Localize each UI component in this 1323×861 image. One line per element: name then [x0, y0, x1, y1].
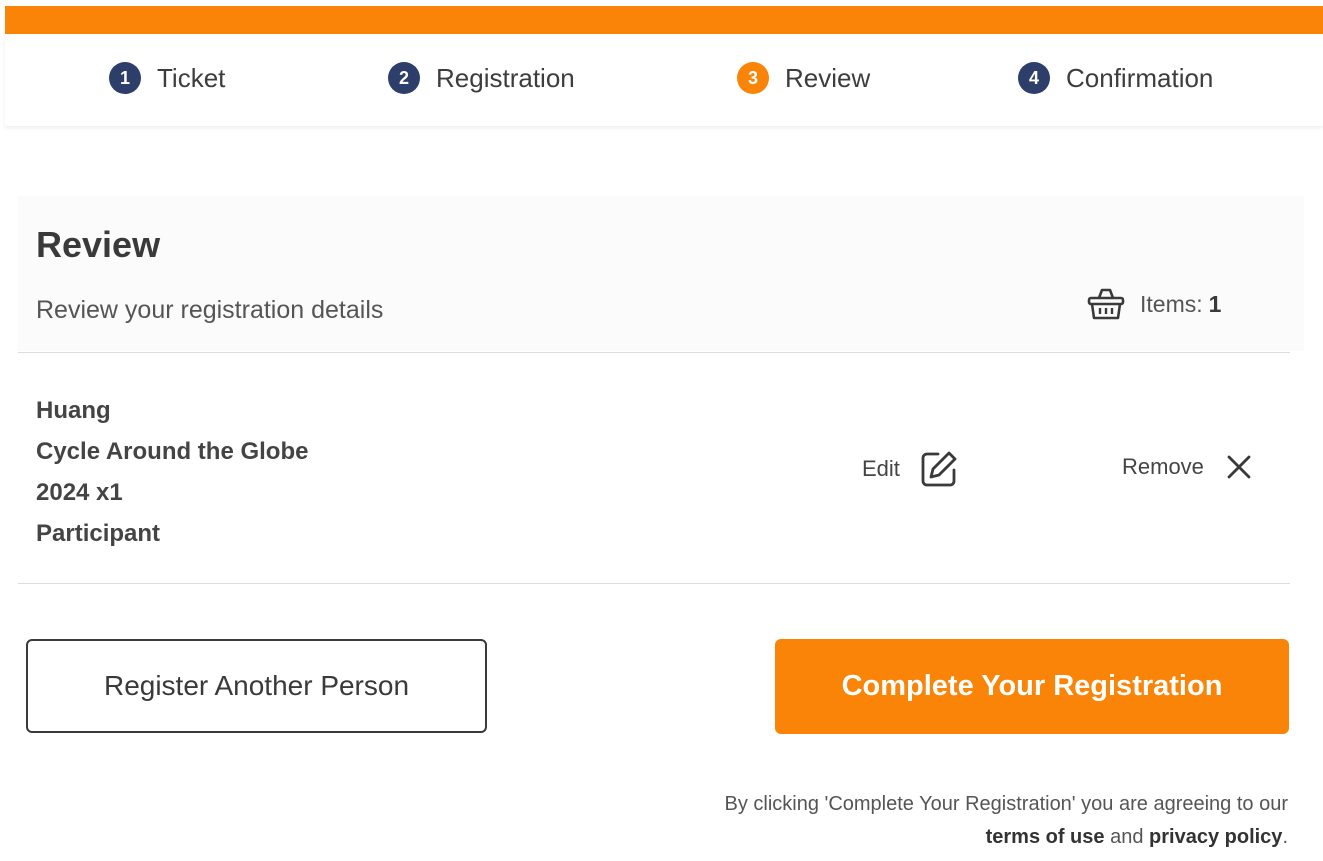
edit-label: Edit — [862, 456, 900, 481]
items-count: 1 — [1208, 290, 1222, 317]
entry-role: Participant — [36, 520, 161, 547]
step-number: 1 — [109, 62, 141, 94]
progress-steps: 1 Ticket 2 Registration 3 Review 4 Confi… — [5, 34, 1323, 126]
entry-event: Cycle Around the Globe — [36, 438, 309, 465]
disclaimer-period: . — [1282, 826, 1288, 848]
step-confirmation: 4 Confirmation — [1018, 60, 1213, 96]
divider — [18, 352, 1290, 353]
remove-button[interactable]: Remove — [1122, 452, 1254, 482]
registration-entry: Huang Cycle Around the Globe 2024 x1 Par… — [36, 390, 308, 554]
step-label: Review — [785, 62, 871, 93]
cart-items[interactable]: Items: 1 — [1086, 284, 1221, 324]
review-header: Review Review your registration details … — [18, 196, 1304, 351]
terms-disclaimer: By clicking 'Complete Your Registration'… — [724, 788, 1288, 854]
disclaimer-and: and — [1110, 826, 1144, 848]
step-number: 4 — [1018, 62, 1050, 94]
step-review: 3 Review — [737, 60, 870, 96]
entry-name: Huang — [36, 397, 111, 424]
step-label: Registration — [436, 62, 575, 93]
disclaimer-text: By clicking 'Complete Your Registration'… — [724, 793, 1288, 815]
step-number: 3 — [737, 62, 769, 94]
step-number: 2 — [388, 62, 420, 94]
entry-detail: 2024 x1 — [36, 479, 123, 506]
register-another-button[interactable]: Register Another Person — [26, 639, 487, 733]
divider — [18, 583, 1290, 584]
edit-button[interactable]: Edit — [862, 448, 960, 490]
terms-of-use-link[interactable]: terms of use — [986, 826, 1105, 848]
close-icon — [1227, 455, 1251, 479]
step-label: Confirmation — [1066, 62, 1214, 93]
remove-label: Remove — [1122, 454, 1204, 479]
page-subtitle: Review your registration details — [36, 296, 384, 324]
items-label: Items: — [1140, 290, 1203, 317]
page-title: Review — [36, 224, 161, 265]
privacy-policy-link[interactable]: privacy policy — [1149, 826, 1282, 848]
basket-icon — [1087, 288, 1125, 320]
top-accent-bar — [5, 6, 1323, 34]
step-registration[interactable]: 2 Registration — [388, 60, 575, 96]
complete-registration-button[interactable]: Complete Your Registration — [775, 639, 1289, 734]
step-label: Ticket — [157, 62, 226, 93]
edit-icon — [921, 451, 957, 487]
step-ticket[interactable]: 1 Ticket — [109, 60, 225, 96]
